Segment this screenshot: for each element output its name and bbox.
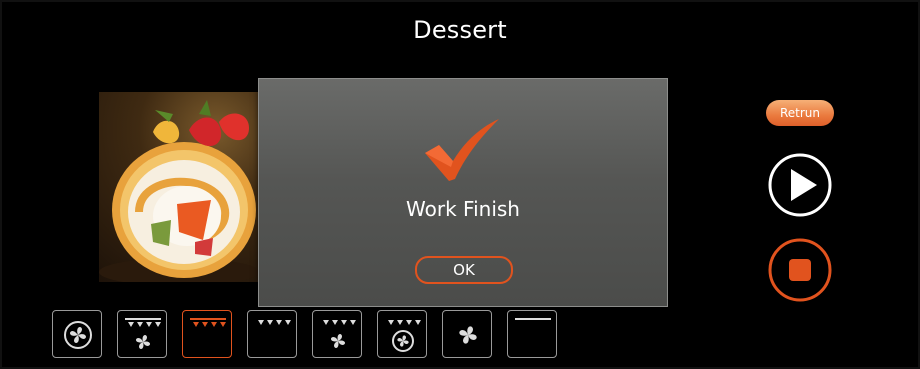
top-heat-fan-alt-icon: [323, 320, 356, 349]
dessert-image: [99, 92, 265, 282]
fan-icon: [459, 326, 477, 344]
stop-icon: [789, 259, 811, 281]
top-heat-icon: [190, 318, 226, 327]
play-icon: [791, 169, 817, 201]
dialog-message: Work Finish: [406, 197, 520, 221]
checkmark-icon: [425, 119, 499, 181]
mode-fan-circle[interactable]: [52, 310, 102, 358]
mode-top-heat-fan-circle[interactable]: [377, 310, 427, 358]
return-button[interactable]: Retrun: [766, 100, 834, 126]
stop-button[interactable]: [767, 237, 833, 303]
top-heat-only-icon: [258, 320, 291, 325]
mode-bottom-heat[interactable]: [507, 310, 557, 358]
fan-circle-icon: [64, 321, 92, 349]
work-finish-dialog: Work Finish OK: [258, 78, 668, 307]
mode-top-heat-fan-alt[interactable]: [312, 310, 362, 358]
mode-top-heat-fan[interactable]: [117, 310, 167, 358]
mode-top-heat-only[interactable]: [247, 310, 297, 358]
mode-top-heat[interactable]: [182, 310, 232, 358]
ok-button[interactable]: OK: [415, 256, 513, 284]
top-heat-fan-icon: [125, 318, 161, 350]
mode-fan[interactable]: [442, 310, 492, 358]
page-title: Dessert: [413, 16, 507, 44]
top-heat-fan-circle-icon: [388, 320, 421, 352]
bottom-heat-icon: [515, 318, 551, 320]
play-button[interactable]: [767, 152, 833, 218]
